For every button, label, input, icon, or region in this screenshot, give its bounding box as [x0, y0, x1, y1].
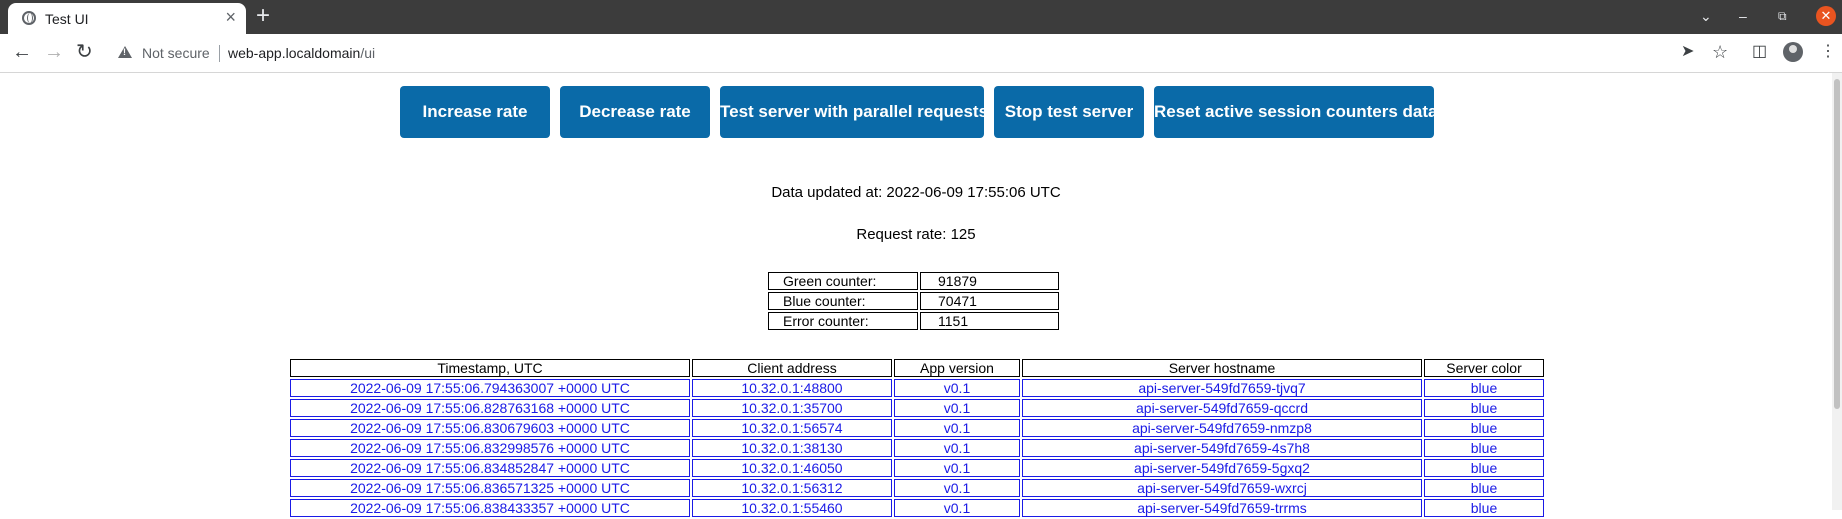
menu-kebab-icon[interactable]: ⋮ [1820, 42, 1836, 62]
send-icon[interactable]: ➤ [1681, 42, 1694, 62]
log-header-row: Timestamp, UTC Client address App versio… [290, 359, 1544, 377]
timestamp-cell: 2022-06-09 17:55:06.834852847 +0000 UTC [290, 459, 690, 477]
counter-row: Green counter: 91879 [768, 272, 1059, 290]
table-row: 2022-06-09 17:55:06.834852847 +0000 UTC … [290, 459, 1544, 477]
browser-tab[interactable]: Test UI × [8, 3, 246, 34]
side-panel-icon[interactable]: ◫ [1752, 42, 1767, 62]
client-address-cell: 10.32.0.1:48800 [692, 379, 892, 397]
green-counter-label: Green counter: [768, 272, 918, 290]
client-address-cell: 10.32.0.1:56574 [692, 419, 892, 437]
page-content: Increase rate Decrease rate Test server … [0, 73, 1842, 517]
server-hostname-cell: api-server-549fd7659-trrms [1022, 499, 1422, 517]
tab-search-icon[interactable]: ⌄ [1700, 6, 1712, 26]
client-address-cell: 10.32.0.1:56312 [692, 479, 892, 497]
counter-row: Blue counter: 70471 [768, 292, 1059, 310]
server-color-cell: blue [1424, 419, 1544, 437]
server-hostname-cell: api-server-549fd7659-4s7h8 [1022, 439, 1422, 457]
counter-row: Error counter: 1151 [768, 312, 1059, 330]
error-counter-label: Error counter: [768, 312, 918, 330]
back-icon[interactable]: ← [12, 41, 32, 63]
server-color-cell: blue [1424, 439, 1544, 457]
server-hostname-cell: api-server-549fd7659-5gxq2 [1022, 459, 1422, 477]
app-version-cell: v0.1 [894, 399, 1020, 417]
timestamp-cell: 2022-06-09 17:55:06.832998576 +0000 UTC [290, 439, 690, 457]
server-hostname-cell: api-server-549fd7659-qccrd [1022, 399, 1422, 417]
server-color-cell: blue [1424, 479, 1544, 497]
window-close-icon[interactable]: ✕ [1816, 6, 1836, 26]
app-version-cell: v0.1 [894, 379, 1020, 397]
blue-counter-value: 70471 [920, 292, 1059, 310]
table-row: 2022-06-09 17:55:06.832998576 +0000 UTC … [290, 439, 1544, 457]
url-text[interactable]: web-app.localdomain/ui [228, 45, 375, 61]
column-header-version: App version [894, 359, 1020, 377]
parallel-requests-button[interactable]: Test server with parallel requests [720, 86, 988, 138]
profile-avatar-icon[interactable] [1783, 42, 1803, 62]
globe-icon [22, 11, 36, 25]
timestamp-cell: 2022-06-09 17:55:06.830679603 +0000 UTC [290, 419, 690, 437]
column-header-timestamp: Timestamp, UTC [290, 359, 690, 377]
server-hostname-cell: api-server-549fd7659-tjvq7 [1022, 379, 1422, 397]
client-address-cell: 10.32.0.1:38130 [692, 439, 892, 457]
server-color-cell: blue [1424, 399, 1544, 417]
reload-icon[interactable]: ↻ [76, 41, 93, 63]
page-scrollbar[interactable] [1832, 73, 1842, 510]
counters-table: Green counter: 91879 Blue counter: 70471… [766, 270, 1061, 332]
security-label[interactable]: Not secure [142, 45, 210, 61]
timestamp-cell: 2022-06-09 17:55:06.836571325 +0000 UTC [290, 479, 690, 497]
data-updated-text: Data updated at: 2022-06-09 17:55:06 UTC [771, 184, 1061, 201]
url-host: web-app.localdomain [228, 45, 361, 61]
request-rate-text: Request rate: 125 [856, 226, 976, 243]
forward-icon[interactable]: → [44, 41, 64, 63]
increase-rate-button[interactable]: Increase rate [400, 86, 550, 138]
table-row: 2022-06-09 17:55:06.836571325 +0000 UTC … [290, 479, 1544, 497]
reset-counters-button[interactable]: Reset active session counters data [1154, 86, 1437, 138]
bookmark-star-icon[interactable]: ☆ [1712, 42, 1728, 62]
column-header-client: Client address [692, 359, 892, 377]
url-path: /ui [360, 45, 376, 61]
server-hostname-cell: api-server-549fd7659-nmzp8 [1022, 419, 1422, 437]
table-row: 2022-06-09 17:55:06.830679603 +0000 UTC … [290, 419, 1544, 437]
browser-toolbar: ← → ↻ Not secure web-app.localdomain/ui … [0, 34, 1842, 73]
tab-title: Test UI [45, 11, 89, 27]
tab-close-icon[interactable]: × [225, 7, 236, 27]
request-log-table: Timestamp, UTC Client address App versio… [288, 357, 1546, 519]
client-address-cell: 10.32.0.1:55460 [692, 499, 892, 517]
server-color-cell: blue [1424, 499, 1544, 517]
server-hostname-cell: api-server-549fd7659-wxrcj [1022, 479, 1422, 497]
app-version-cell: v0.1 [894, 479, 1020, 497]
table-row: 2022-06-09 17:55:06.794363007 +0000 UTC … [290, 379, 1544, 397]
timestamp-cell: 2022-06-09 17:55:06.838433357 +0000 UTC [290, 499, 690, 517]
column-header-color: Server color [1424, 359, 1544, 377]
warning-icon[interactable] [118, 46, 132, 58]
app-version-cell: v0.1 [894, 459, 1020, 477]
stop-server-button[interactable]: Stop test server [994, 86, 1144, 138]
app-version-cell: v0.1 [894, 439, 1020, 457]
column-header-hostname: Server hostname [1022, 359, 1422, 377]
timestamp-cell: 2022-06-09 17:55:06.828763168 +0000 UTC [290, 399, 690, 417]
minimize-icon[interactable]: – [1739, 6, 1747, 26]
client-address-cell: 10.32.0.1:46050 [692, 459, 892, 477]
server-color-cell: blue [1424, 459, 1544, 477]
app-version-cell: v0.1 [894, 419, 1020, 437]
address-separator [219, 45, 220, 62]
address-bar[interactable]: Not secure web-app.localdomain/ui [110, 37, 1678, 69]
client-address-cell: 10.32.0.1:35700 [692, 399, 892, 417]
restore-icon[interactable]: ⧉ [1778, 6, 1787, 26]
new-tab-icon[interactable]: + [256, 3, 270, 29]
decrease-rate-button[interactable]: Decrease rate [560, 86, 710, 138]
timestamp-cell: 2022-06-09 17:55:06.794363007 +0000 UTC [290, 379, 690, 397]
table-row: 2022-06-09 17:55:06.838433357 +0000 UTC … [290, 499, 1544, 517]
app-version-cell: v0.1 [894, 499, 1020, 517]
scrollbar-thumb[interactable] [1834, 79, 1840, 409]
server-color-cell: blue [1424, 379, 1544, 397]
blue-counter-label: Blue counter: [768, 292, 918, 310]
green-counter-value: 91879 [920, 272, 1059, 290]
table-row: 2022-06-09 17:55:06.828763168 +0000 UTC … [290, 399, 1544, 417]
tab-bar: Test UI × + ⌄ – ⧉ ✕ [0, 0, 1842, 34]
error-counter-value: 1151 [920, 312, 1059, 330]
